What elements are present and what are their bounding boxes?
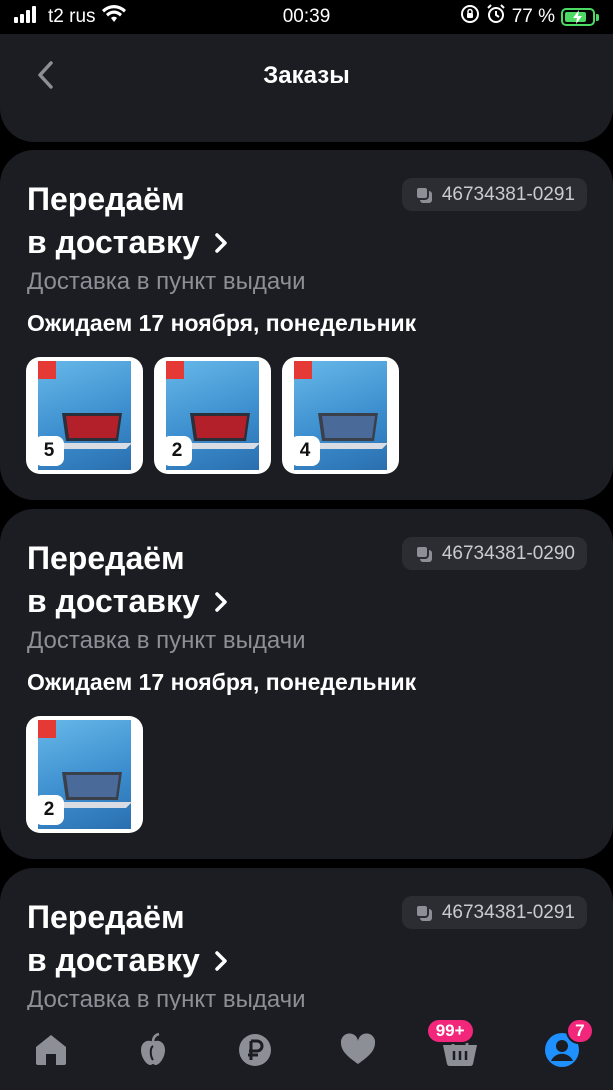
chevron-right-icon (215, 950, 227, 971)
delivery-type: Доставка в пункт выдачи (27, 268, 306, 295)
nav-cart[interactable]: 99+ (425, 1018, 490, 1072)
home-icon (36, 1035, 67, 1065)
order-card[interactable]: Передаём в доставку 46734381-0291 Достав… (0, 150, 613, 500)
order-status-link[interactable]: Передаём в доставку (27, 537, 228, 623)
order-status-line2: в доставку (27, 942, 200, 978)
rotation-lock-icon (460, 4, 480, 30)
order-status-line1: Передаём (27, 899, 185, 935)
delivery-date: Ожидаем 17 ноября, понедельник (27, 310, 417, 336)
page-header: Заказы (0, 34, 613, 142)
alarm-icon (486, 4, 506, 30)
order-number-copy[interactable]: 46734381-0290 (401, 537, 587, 570)
order-status-line1: Передаём (27, 181, 185, 217)
nav-favorites[interactable] (328, 1032, 388, 1072)
battery-icon (561, 8, 599, 26)
order-number-copy[interactable]: 46734381-0291 (401, 896, 587, 929)
product-thumbnail[interactable]: 2 (26, 716, 143, 833)
order-card[interactable]: Передаём в доставку 46734381-0290 Достав… (0, 509, 613, 859)
item-count-badge: 5 (34, 436, 64, 466)
copy-icon (414, 185, 432, 203)
nav-catalog[interactable] (123, 1032, 183, 1072)
page-title: Заказы (263, 62, 350, 89)
order-status-line1: Передаём (27, 540, 185, 576)
chevron-right-icon (215, 591, 227, 612)
wifi-icon (101, 5, 126, 29)
status-bar: t2 rus 00:39 77 % (0, 0, 613, 34)
order-status-link[interactable]: Передаём в доставку (27, 178, 228, 264)
order-status-line2: в доставку (27, 224, 200, 260)
copy-icon (414, 903, 432, 921)
order-number-copy[interactable]: 46734381-0291 (401, 178, 587, 211)
profile-notification-badge: 7 (565, 1018, 594, 1044)
nav-home[interactable] (21, 1032, 81, 1072)
order-number: 46734381-0290 (441, 542, 575, 564)
nav-profile[interactable]: 7 (532, 1018, 594, 1072)
order-number: 46734381-0291 (441, 183, 575, 205)
signal-icon (14, 5, 42, 29)
item-count-badge: 2 (162, 436, 192, 466)
chevron-right-icon (215, 232, 227, 253)
order-status-link[interactable]: Передаём в доставку (27, 896, 228, 982)
ruble-icon (239, 1034, 272, 1066)
product-thumbnail[interactable]: 5 (26, 357, 143, 474)
product-thumbnail[interactable]: 4 (282, 357, 399, 474)
carrier-label: t2 rus (48, 6, 96, 27)
order-status-line2: в доставку (27, 583, 200, 619)
order-number: 46734381-0291 (441, 901, 575, 923)
delivery-type: Доставка в пункт выдачи (27, 627, 306, 654)
copy-icon (414, 544, 432, 562)
item-count-badge: 4 (290, 436, 320, 466)
product-thumbnail[interactable]: 2 (154, 357, 271, 474)
nav-finance[interactable] (225, 1032, 285, 1072)
item-count-badge: 2 (34, 795, 64, 825)
heart-icon (340, 1033, 375, 1064)
apple-icon (141, 1032, 166, 1065)
delivery-date: Ожидаем 17 ноября, понедельник (27, 669, 417, 695)
bottom-nav: 99+ 7 (0, 1010, 613, 1090)
cart-count-badge: 99+ (425, 1018, 475, 1044)
battery-percent: 77 % (511, 6, 555, 27)
